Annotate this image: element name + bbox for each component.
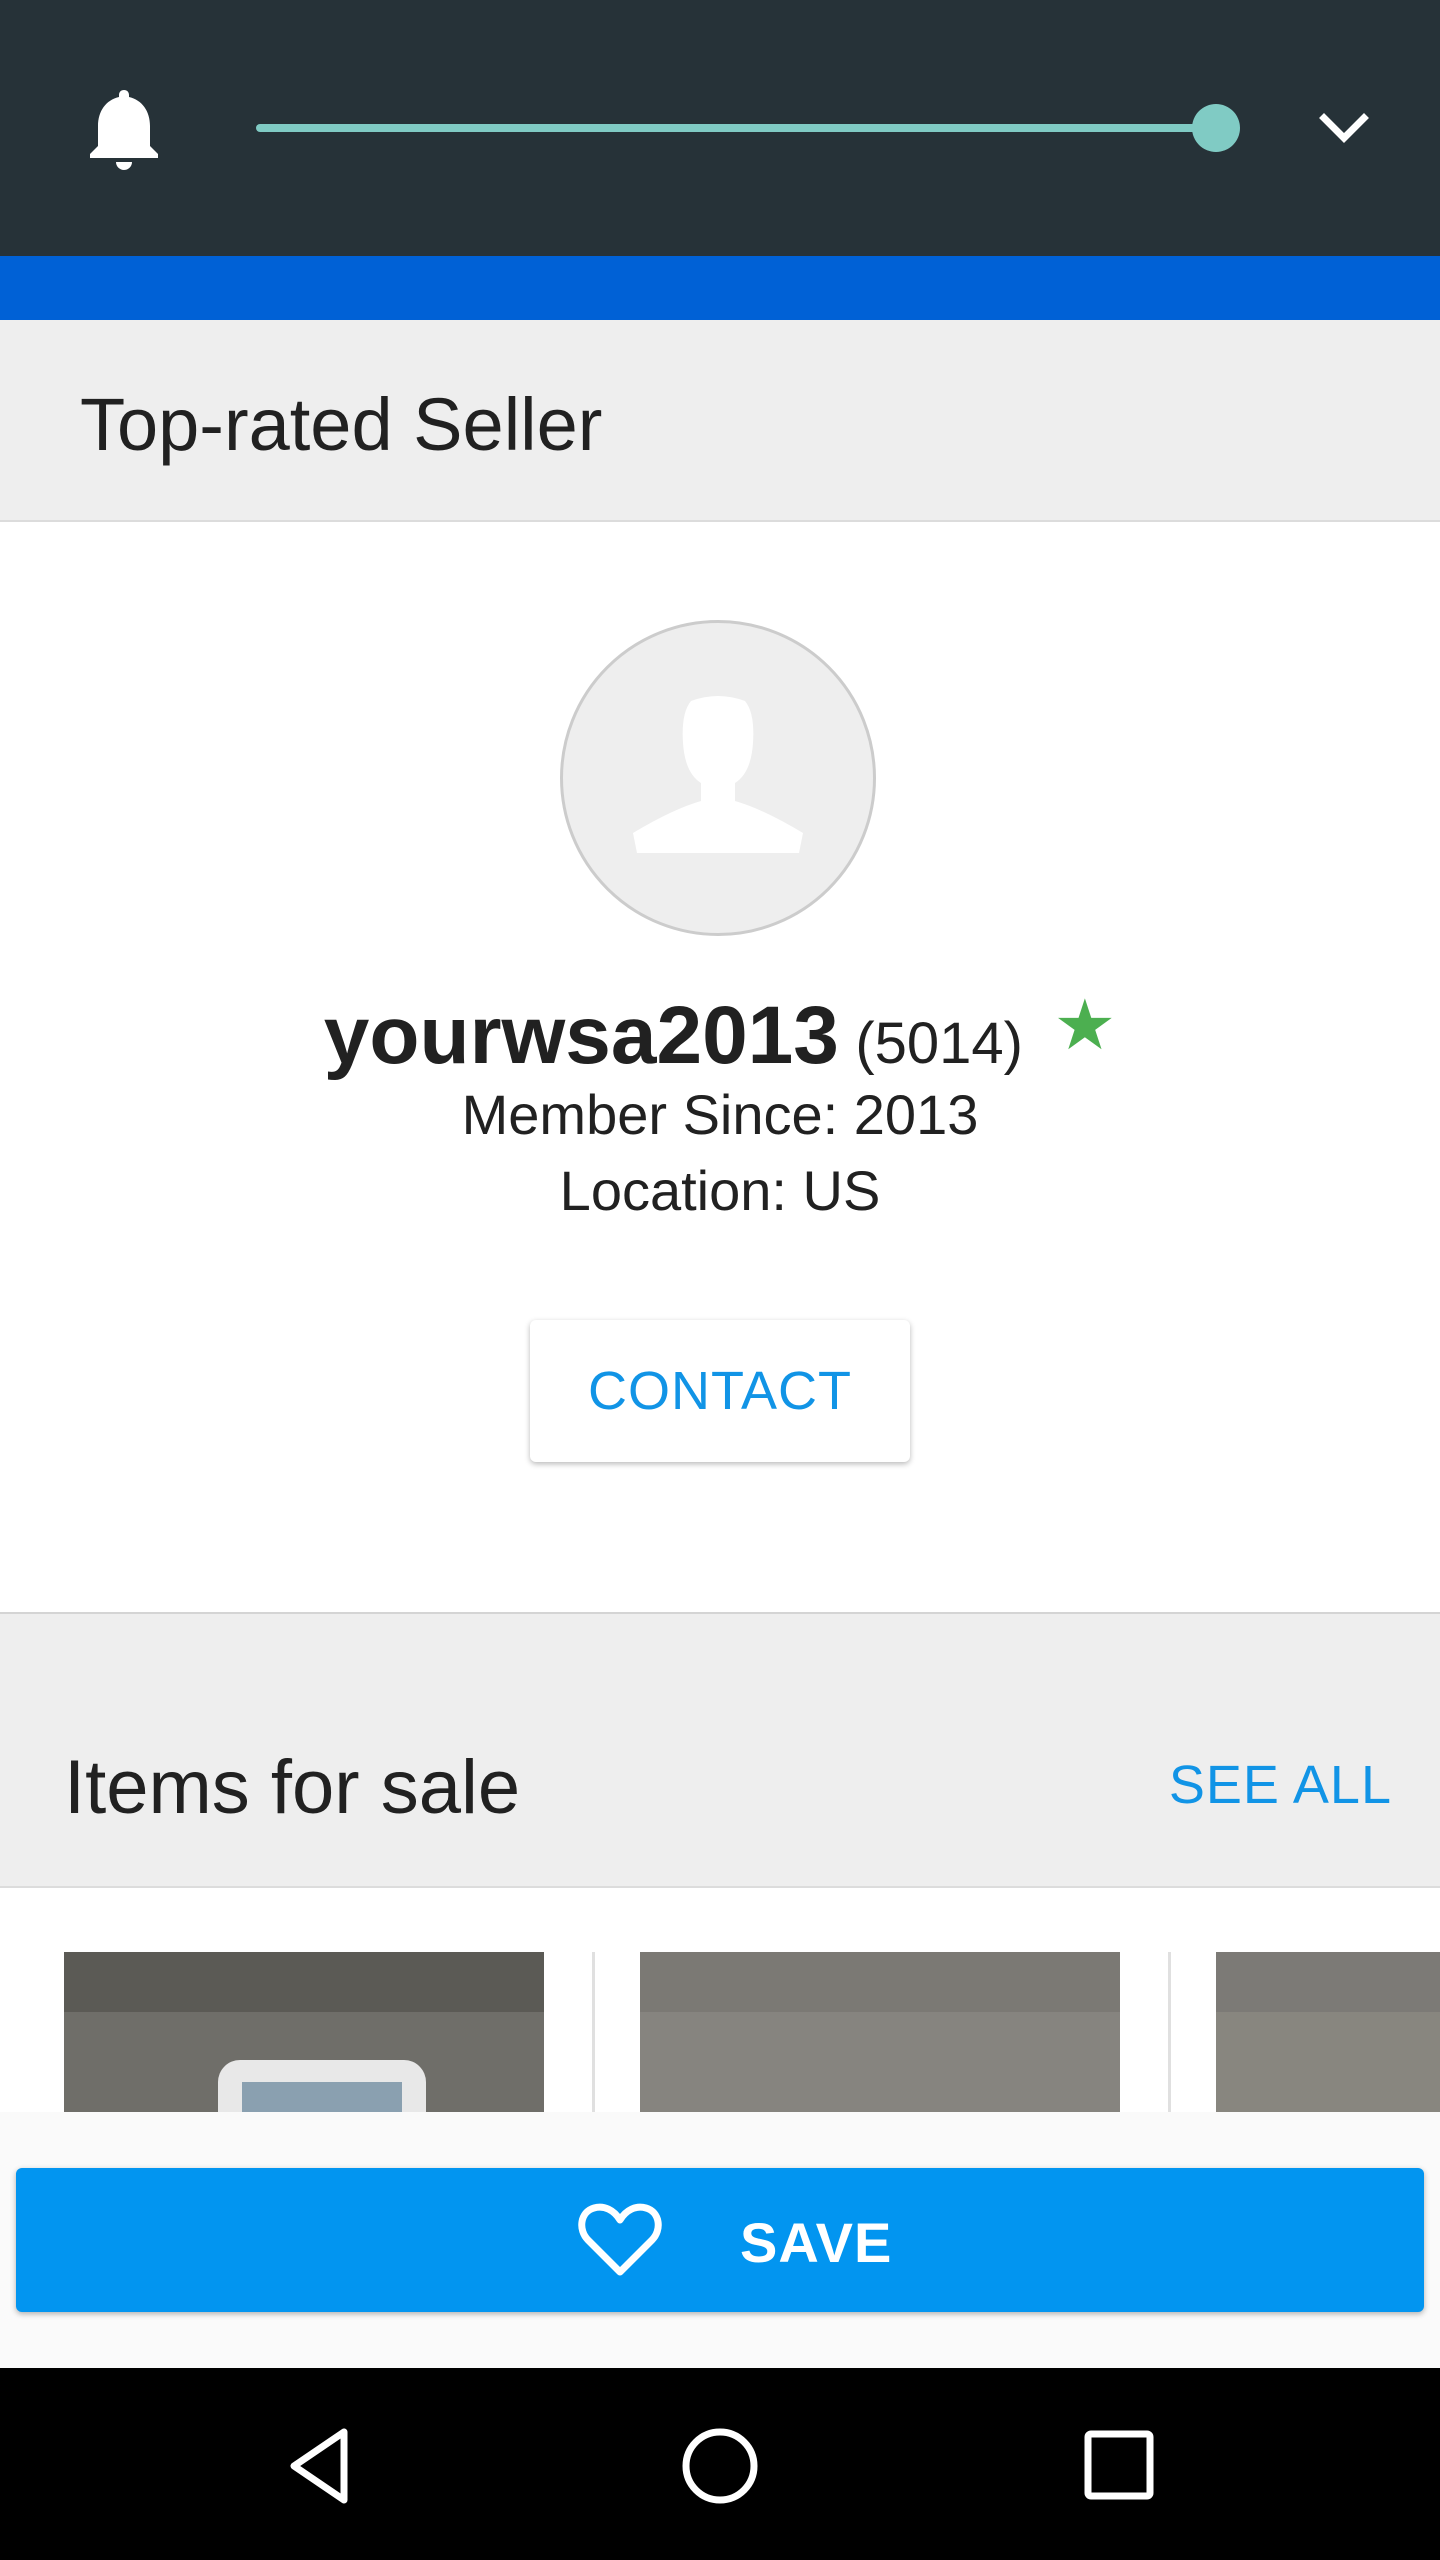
items-for-sale-header: Items for sale SEE ALL xyxy=(0,1614,1440,1888)
star-icon: ★ xyxy=(1053,986,1117,1064)
seller-section-header: Top-rated Seller xyxy=(0,320,1440,522)
home-circle-icon[interactable] xyxy=(672,2418,768,2514)
item-divider xyxy=(1168,1952,1171,2112)
chevron-down-icon[interactable] xyxy=(1316,106,1372,150)
seller-card: yourwsa2013 (5014) ★ Member Since: 2013 … xyxy=(0,522,1440,1616)
save-label: SAVE xyxy=(740,2211,893,2274)
default-avatar-icon xyxy=(560,620,876,936)
volume-slider-thumb[interactable] xyxy=(1192,104,1240,152)
volume-slider-track[interactable] xyxy=(256,124,1216,132)
seller-location: Location: US xyxy=(559,1159,881,1222)
section-title: Top-rated Seller xyxy=(80,383,603,466)
system-nav-bar xyxy=(0,2368,1440,2560)
volume-panel xyxy=(0,0,1440,256)
app-bar xyxy=(0,256,1440,320)
save-button[interactable]: SAVE xyxy=(16,2168,1424,2312)
item-thumbnail-1[interactable] xyxy=(64,1952,544,2112)
phone-image xyxy=(218,2060,426,2112)
seller-name-row: yourwsa2013 (5014) ★ xyxy=(0,984,1440,1083)
items-carousel[interactable] xyxy=(0,1888,1440,2112)
contact-button[interactable]: CONTACT xyxy=(530,1320,910,1462)
bell-icon[interactable] xyxy=(84,84,164,174)
recents-square-icon[interactable] xyxy=(1072,2418,1168,2514)
item-thumbnail-3[interactable] xyxy=(1216,1952,1440,2112)
save-bar: SAVE xyxy=(0,2112,1440,2368)
feedback-count: (5014) xyxy=(855,1011,1023,1076)
phone-screen xyxy=(242,2082,402,2112)
seller-username[interactable]: yourwsa2013 xyxy=(324,990,839,1081)
item-thumbnail-2[interactable] xyxy=(640,1952,1120,2112)
see-all-link[interactable]: SEE ALL xyxy=(1169,1754,1392,1816)
item-divider xyxy=(592,1952,595,2112)
heart-outline-icon xyxy=(576,2200,664,2280)
member-since: Member Since: 2013 xyxy=(461,1083,979,1146)
back-triangle-icon[interactable] xyxy=(274,2418,370,2514)
items-for-sale-title: Items for sale xyxy=(64,1745,521,1830)
